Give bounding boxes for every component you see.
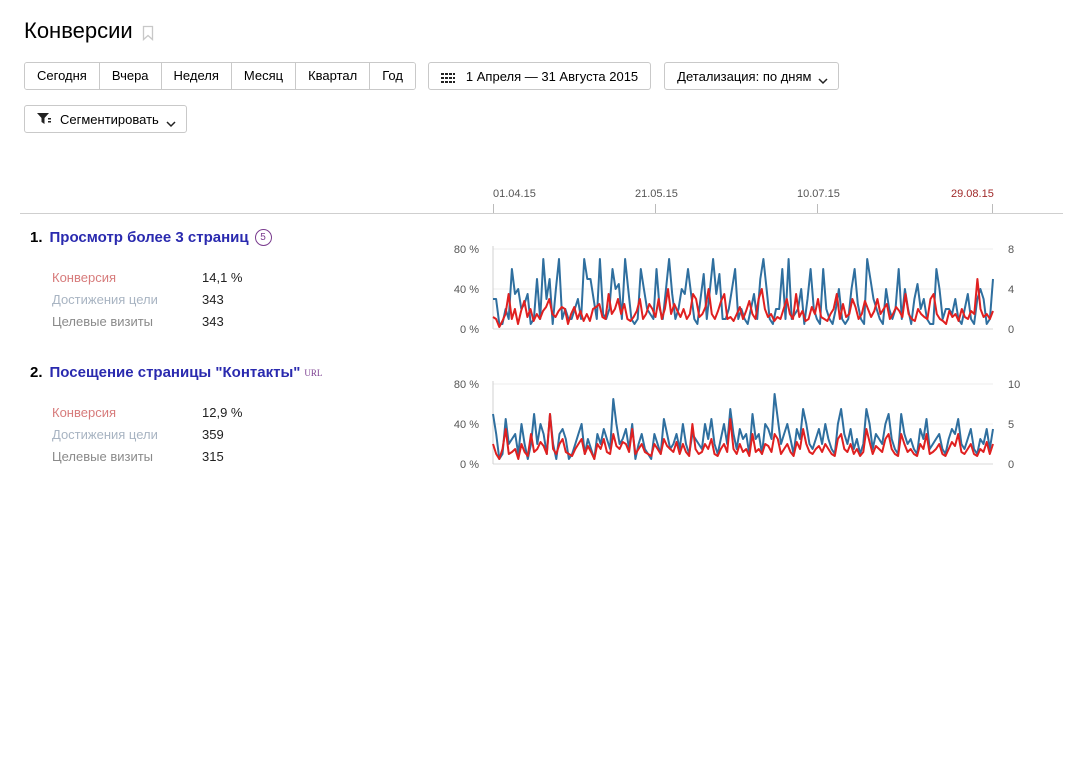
detail-label: Детализация: по дням	[677, 68, 812, 84]
y-tick-label-left: 0 %	[460, 459, 479, 471]
toolbar: Сегодня Вчера Неделя Месяц Квартал Год 1…	[24, 62, 840, 90]
metric-label: Конверсия	[52, 270, 117, 285]
goal-number: 2.	[30, 364, 43, 381]
metric-value: 343	[202, 314, 224, 329]
goal-name-link[interactable]: Просмотр более 3 страниц	[50, 229, 249, 246]
segment-label: Сегментировать	[60, 111, 159, 127]
bookmark-icon[interactable]	[142, 25, 154, 41]
goal-chart: 80 % 40 % 0 % 10 5 0	[454, 379, 1020, 471]
timeline: 01.04.15 21.05.15 10.07.15 29.08.15	[0, 180, 1080, 220]
date-range-label: 1 Апреля — 31 Августа 2015	[465, 68, 639, 84]
timeline-tick-mark	[817, 204, 818, 213]
timeline-tick-mark	[655, 204, 656, 213]
y-tick-label-right: 0	[1008, 459, 1014, 471]
timeline-tick: 21.05.15	[635, 188, 678, 200]
period-quarter-button[interactable]: Квартал	[296, 63, 371, 89]
period-yesterday-button[interactable]: Вчера	[99, 63, 162, 89]
y-tick-label-right: 10	[1008, 379, 1020, 391]
metric-value: 12,9 %	[202, 405, 243, 420]
timeline-tick: 29.08.15	[951, 188, 994, 200]
y-tick-label-left: 80 %	[454, 379, 479, 391]
timeline-tick-mark	[493, 204, 494, 213]
metric-value: 343	[202, 292, 224, 307]
y-tick-label-right: 0	[1008, 324, 1014, 336]
metric-label: Конверсия	[52, 405, 117, 420]
filter-icon	[37, 113, 51, 125]
goal-pages-badge: 5	[254, 229, 272, 246]
period-today-button[interactable]: Сегодня	[25, 63, 100, 89]
y-tick-label-left: 40 %	[454, 419, 479, 431]
metric-value: 14,1 %	[202, 270, 243, 285]
chevron-down-icon	[818, 73, 828, 84]
goal-name-link[interactable]: Посещение страницы "Контакты"	[50, 364, 301, 381]
goal-url-tag: URL	[304, 367, 323, 378]
timeline-divider	[20, 213, 1063, 214]
metric-value: 315	[202, 449, 224, 464]
segment-dropdown[interactable]: Сегментировать	[24, 105, 187, 133]
period-week-button[interactable]: Неделя	[161, 63, 232, 89]
metric-label: Достижения цели	[52, 292, 158, 307]
y-tick-label-right: 4	[1008, 284, 1014, 296]
timeline-tick-mark	[992, 204, 993, 213]
y-tick-label-right: 8	[1008, 244, 1014, 256]
period-month-button[interactable]: Месяц	[231, 63, 297, 89]
date-range-button[interactable]: 1 Апреля — 31 Августа 2015	[427, 62, 652, 90]
y-tick-label-left: 0 %	[460, 324, 479, 336]
metric-label: Целевые визиты	[52, 449, 154, 464]
title-row: Конверсии	[24, 18, 154, 44]
goal-number: 1.	[30, 229, 43, 246]
visits-series-line	[493, 258, 994, 325]
period-year-button[interactable]: Год	[370, 63, 415, 89]
y-tick-label-left: 40 %	[454, 284, 479, 296]
timeline-tick: 01.04.15	[493, 188, 536, 200]
timeline-tick: 10.07.15	[797, 188, 840, 200]
y-tick-label-right: 5	[1008, 419, 1014, 431]
metric-label: Целевые визиты	[52, 314, 154, 329]
metric-label: Достижения цели	[52, 427, 158, 442]
page-title: Конверсии	[24, 18, 133, 43]
metric-value: 359	[202, 427, 224, 442]
chevron-down-icon	[166, 116, 176, 127]
goal-chart: 80 % 40 % 0 % 8 4 0	[454, 244, 1014, 336]
period-selector: Сегодня Вчера Неделя Месяц Квартал Год	[24, 62, 416, 90]
y-tick-label-left: 80 %	[454, 244, 479, 256]
detail-dropdown[interactable]: Детализация: по дням	[664, 62, 840, 90]
calendar-icon	[440, 71, 455, 83]
